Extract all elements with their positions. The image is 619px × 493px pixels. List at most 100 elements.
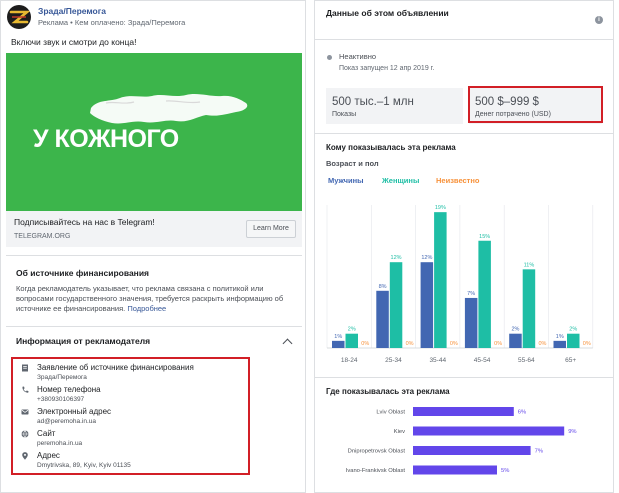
legend-women[interactable]: Женщины xyxy=(382,176,419,185)
bar-value-label: 11% xyxy=(524,262,535,268)
impressions-value: 500 тыс.–1 млн xyxy=(332,96,414,108)
start-date: Показ запущен 12 апр 2019 г. xyxy=(339,65,435,72)
bar-value-label: 0% xyxy=(361,341,369,347)
region-value-label: 5% xyxy=(501,468,509,474)
age-gender-chart: 18-24 1% 2% 0% 25-34 8% 12% 0% 35-44 12% 19% 0% 45-5… xyxy=(326,205,594,364)
bar-men xyxy=(420,262,434,348)
status-dot-icon xyxy=(327,55,332,60)
region-value-label: 6% xyxy=(518,410,526,416)
ad-data-panel: Данные об этом объявлении i Неактивно По… xyxy=(314,0,614,493)
region-value-label: 7% xyxy=(535,449,543,455)
region-label: Kiev xyxy=(394,429,405,435)
age-tick-label: 65+ xyxy=(565,357,576,364)
bar-women xyxy=(389,262,403,348)
bar-value-label: 1% xyxy=(556,334,564,340)
region-chart: Lviv Oblast 6% Kiev 9% Dnipropetrovsk Oblast… xyxy=(346,407,577,475)
bar-women xyxy=(434,212,447,348)
bar-value-label: 7% xyxy=(467,291,475,297)
impressions-stat: 500 тыс.–1 млн Показы xyxy=(326,88,463,124)
bar-men xyxy=(509,333,522,348)
pin-icon xyxy=(22,452,28,460)
learn-more-button[interactable]: Learn More xyxy=(246,220,296,238)
creative-caption: У КОЖНОГО xyxy=(33,125,179,153)
bar-value-label: 15% xyxy=(479,234,490,240)
region-bar xyxy=(413,465,497,475)
sponsor-prefix: Реклама • Кем оплачено: xyxy=(38,18,128,27)
status-text: Неактивно xyxy=(339,52,377,61)
email-icon xyxy=(21,409,29,415)
bar-men xyxy=(553,340,566,348)
age-tick-label: 45-54 xyxy=(474,357,491,364)
info-value: Зрада/Перемога xyxy=(37,374,87,381)
bar-value-label: 19% xyxy=(435,205,446,211)
region-label: Lviv Oblast xyxy=(376,410,405,416)
age-tick-label: 35-44 xyxy=(429,357,446,364)
age-tick-label: 25-34 xyxy=(385,357,402,364)
region-bar xyxy=(413,446,531,455)
region-value-label: 9% xyxy=(568,429,576,435)
bar-value-label: 0% xyxy=(494,341,502,347)
bar-men xyxy=(376,290,389,348)
legend-unknown[interactable]: Неизвестно xyxy=(436,176,479,185)
divider xyxy=(315,133,613,134)
age-gender-title: Возраст и пол xyxy=(326,159,379,168)
ad-creative-video[interactable]: У КОЖНОГО xyxy=(6,53,302,211)
info-value: +380930106397 xyxy=(37,396,85,403)
age-tick-label: 55-64 xyxy=(518,357,535,364)
region-label: Ivano-Frankivsk Oblast xyxy=(346,468,406,474)
bar-value-label: 2% xyxy=(348,327,356,333)
phone-icon xyxy=(22,386,29,393)
sponsor-name: Зрада/Перемога xyxy=(127,18,186,27)
bar-women xyxy=(345,333,358,348)
funding-text: Когда рекламодатель указывает, что рекла… xyxy=(16,284,286,314)
info-label: Сайт xyxy=(37,429,56,438)
info-label: Электронный адрес xyxy=(37,407,112,416)
bar-men xyxy=(332,340,345,348)
info-icon[interactable]: i xyxy=(595,16,603,24)
spend-highlight xyxy=(468,86,603,123)
bar-value-label: 12% xyxy=(421,255,432,261)
ad-headline[interactable]: Подписывайтесь на нас в Telegram! xyxy=(14,217,155,227)
bar-women xyxy=(522,269,536,348)
bar-value-label: 2% xyxy=(511,327,519,333)
bar-value-label: 0% xyxy=(583,341,591,347)
page-avatar[interactable] xyxy=(7,5,31,29)
document-icon xyxy=(22,364,28,372)
ad-primary-text: Включи звук и смотри до конца! xyxy=(11,37,137,47)
page-name-link[interactable]: Зрада/Перемога xyxy=(38,6,106,16)
audience-title: Кому показывалась эта реклама xyxy=(326,143,456,152)
bar-value-label: 12% xyxy=(391,255,402,261)
info-value: ad@peremoha.in.ua xyxy=(37,418,96,425)
divider xyxy=(315,377,613,378)
region-title: Где показывалась эта реклама xyxy=(326,387,450,396)
region-bar xyxy=(413,426,565,436)
bar-value-label: 2% xyxy=(569,327,577,333)
advertiser-title: Информация от рекламодателя xyxy=(16,336,151,346)
legend-men[interactable]: Мужчины xyxy=(328,176,364,185)
bar-women xyxy=(567,333,580,348)
info-label: Заявление об источнике финансирования xyxy=(37,363,194,372)
ad-link-row[interactable]: Подписывайтесь на нас в Telegram! TELEGR… xyxy=(6,211,302,247)
globe-icon xyxy=(21,430,29,438)
info-value: peremoha.in.ua xyxy=(37,440,83,447)
info-label: Номер телефона xyxy=(37,385,101,394)
bar-men xyxy=(464,297,478,348)
bar-value-label: 0% xyxy=(450,341,458,347)
bar-value-label: 0% xyxy=(406,341,414,347)
region-label: Dnipropetrovsk Oblast xyxy=(348,449,406,455)
ad-link-caption: TELEGRAM.ORG xyxy=(14,233,71,240)
divider xyxy=(315,39,613,40)
funding-more-link[interactable]: Подробнее xyxy=(127,304,166,313)
bar-value-label: 8% xyxy=(379,284,387,290)
info-value: Dmytrivska, 89, Kyiv, Kyiv 01135 xyxy=(37,462,131,469)
age-tick-label: 18-24 xyxy=(341,357,358,364)
bar-value-label: 0% xyxy=(538,341,546,347)
bar-women xyxy=(478,240,491,348)
ad-header: Зрада/Перемога Реклама • Кем оплачено: З… xyxy=(7,5,297,31)
impressions-label: Показы xyxy=(332,111,357,118)
funding-title: Об источнике финансирования xyxy=(16,268,149,278)
ad-preview-card: Зрада/Перемога Реклама • Кем оплачено: З… xyxy=(0,0,306,493)
region-bar xyxy=(413,407,514,416)
bar-value-label: 1% xyxy=(334,334,342,340)
data-panel-title: Данные об этом объявлении xyxy=(326,8,449,18)
